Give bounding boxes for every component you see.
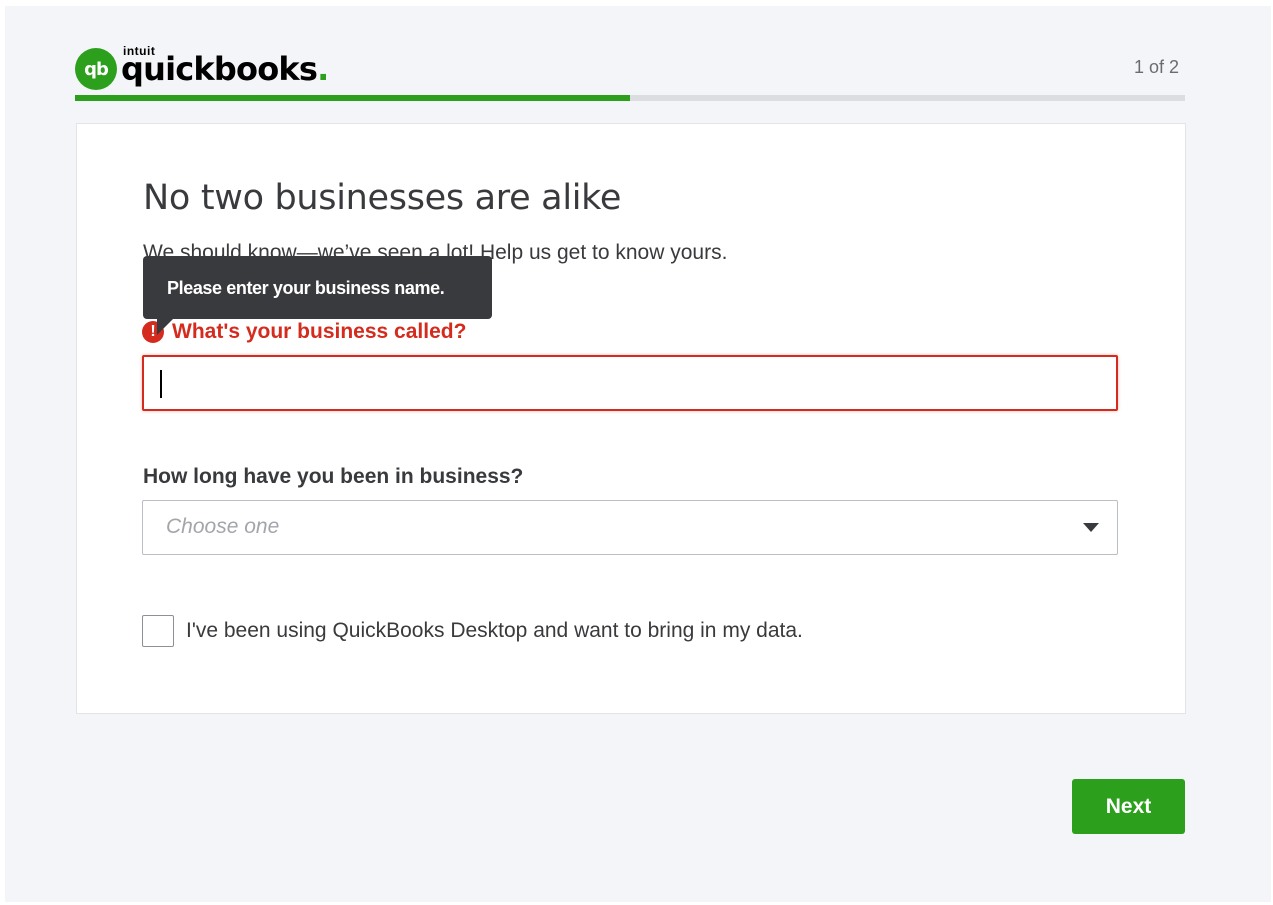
select-placeholder: Choose one bbox=[166, 515, 280, 538]
import-data-option[interactable]: I've been using QuickBooks Desktop and w… bbox=[142, 615, 803, 647]
business-duration-select[interactable]: Choose one bbox=[142, 500, 1118, 555]
quickbooks-logo: qb intuit quickbooks. bbox=[75, 44, 329, 90]
import-data-checkbox[interactable] bbox=[142, 615, 174, 647]
page-title: No two businesses are alike bbox=[143, 178, 622, 218]
business-duration-label: How long have you been in business? bbox=[143, 465, 524, 488]
qb-logo-icon: qb bbox=[75, 48, 117, 90]
step-counter: 1 of 2 bbox=[1134, 57, 1180, 77]
business-name-label: ! What's your business called? bbox=[142, 320, 466, 344]
progress-bar-fill bbox=[75, 95, 630, 101]
tooltip-arrow bbox=[157, 319, 173, 335]
import-data-label[interactable]: I've been using QuickBooks Desktop and w… bbox=[186, 619, 803, 643]
chevron-down-icon[interactable] bbox=[1083, 523, 1099, 532]
quickbooks-wordmark: quickbooks. bbox=[121, 50, 329, 88]
business-name-input[interactable] bbox=[142, 355, 1118, 411]
business-name-label-text: What's your business called? bbox=[172, 320, 467, 343]
next-button[interactable]: Next bbox=[1072, 779, 1185, 834]
text-cursor bbox=[160, 370, 162, 398]
progress-bar bbox=[75, 95, 1185, 101]
error-tooltip: Please enter your business name. bbox=[143, 256, 492, 319]
